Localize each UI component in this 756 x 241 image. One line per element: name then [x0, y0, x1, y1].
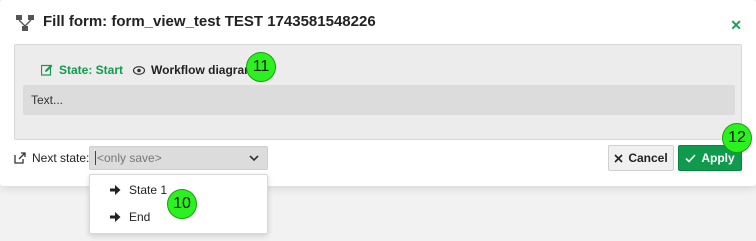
apply-label: Apply [701, 151, 735, 165]
chevron-down-icon [249, 155, 259, 162]
cancel-label: Cancel [628, 151, 668, 165]
tab-label: State: Start [59, 63, 124, 77]
eye-icon [133, 65, 145, 75]
next-state-select[interactable]: <only save> [89, 146, 268, 170]
next-state-label: Next state: [14, 151, 89, 165]
check-icon [685, 153, 696, 163]
close-icon [614, 153, 623, 163]
next-state-selected-value: <only save> [97, 151, 162, 165]
workflow-icon [16, 15, 34, 31]
close-icon[interactable]: ✕ [730, 18, 742, 32]
cancel-button[interactable]: Cancel [608, 145, 674, 171]
annotation-badge: 12 [722, 123, 752, 153]
dialog-title: Fill form: form_view_test TEST 174358154… [43, 13, 376, 30]
dialog-header: Fill form: form_view_test TEST 174358154… [0, 0, 756, 44]
text-field[interactable]: Text... [23, 85, 735, 115]
option-label: State 1 [129, 183, 168, 197]
text-cursor [95, 151, 96, 165]
tab-label: Workflow diagram [151, 63, 255, 77]
annotation-badge: 10 [167, 189, 197, 219]
form-panel: State: Start Workflow diagram Text... [14, 44, 742, 140]
dropdown-option-state-1[interactable]: State 1 [110, 181, 167, 199]
arrow-right-icon [110, 185, 121, 195]
tab-workflow-diagram[interactable]: Workflow diagram [133, 55, 255, 85]
fill-form-dialog: Fill form: form_view_test TEST 174358154… [0, 0, 756, 186]
external-link-icon [14, 152, 26, 164]
dropdown-option-end[interactable]: End [110, 208, 150, 226]
option-label: End [129, 210, 151, 224]
next-state-text: Next state: [32, 151, 90, 165]
tab-state-start[interactable]: State: Start [34, 55, 132, 87]
annotation-badge: 11 [246, 52, 276, 82]
edit-icon [41, 64, 53, 76]
arrow-right-icon [110, 212, 121, 222]
